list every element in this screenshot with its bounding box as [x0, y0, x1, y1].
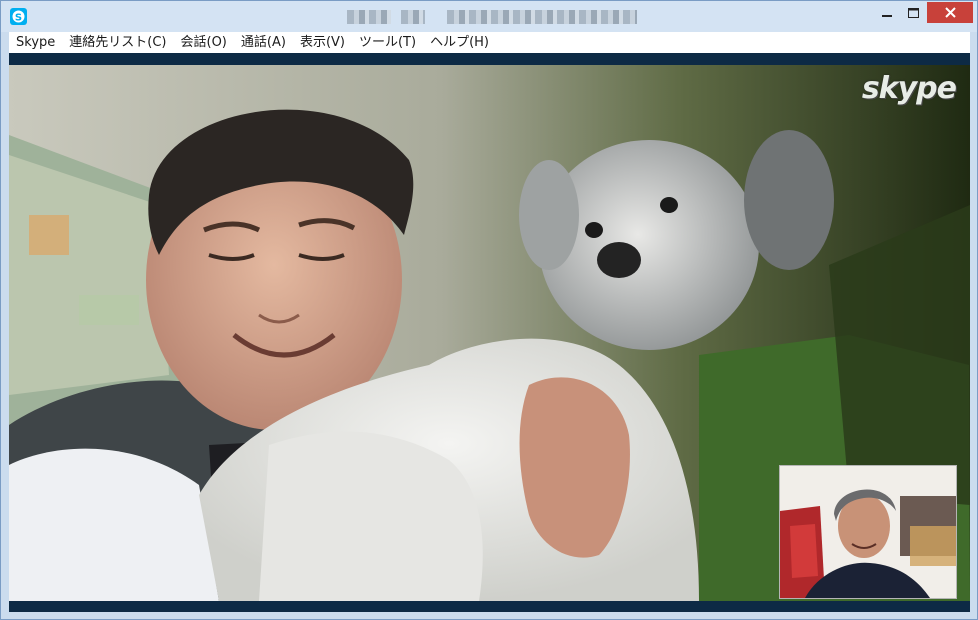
minimize-icon	[882, 14, 892, 17]
skype-watermark: skype	[861, 71, 957, 106]
maximize-icon	[907, 7, 919, 18]
self-view-video[interactable]	[779, 465, 957, 599]
menu-call[interactable]: 通話(A)	[234, 32, 293, 53]
remote-video-feed[interactable]: skype	[9, 65, 970, 601]
title-text-blurred-2	[401, 10, 425, 24]
skype-app-icon[interactable]: S	[10, 8, 27, 25]
menu-bar: Skype 連絡先リスト(C) 会話(O) 通話(A) 表示(V) ツール(T)…	[9, 32, 970, 53]
maximize-button[interactable]	[896, 2, 930, 23]
close-icon	[944, 7, 956, 18]
menu-contacts[interactable]: 連絡先リスト(C)	[62, 32, 173, 53]
svg-text:S: S	[15, 12, 22, 23]
menu-conversations[interactable]: 会話(O)	[174, 32, 234, 53]
menu-tools[interactable]: ツール(T)	[352, 32, 423, 53]
title-bar[interactable]: S ▇▇▇▇ ▇▇ ▇▇▇▇▇▇▇▇▇▇▇▇▇▇▇▇	[1, 1, 977, 32]
menu-skype[interactable]: Skype	[9, 32, 62, 53]
menu-help[interactable]: ヘルプ(H)	[423, 32, 496, 53]
call-bottom-band	[9, 601, 970, 612]
skype-window: S ▇▇▇▇ ▇▇ ▇▇▇▇▇▇▇▇▇▇▇▇▇▇▇▇ Skype 連絡先リスト(…	[0, 0, 978, 620]
title-text-blurred-3	[447, 10, 637, 24]
self-view-image	[780, 466, 956, 598]
close-button[interactable]	[927, 2, 973, 23]
title-text-blurred-1	[347, 10, 391, 24]
menu-view[interactable]: 表示(V)	[293, 32, 352, 53]
call-top-band	[9, 53, 970, 65]
